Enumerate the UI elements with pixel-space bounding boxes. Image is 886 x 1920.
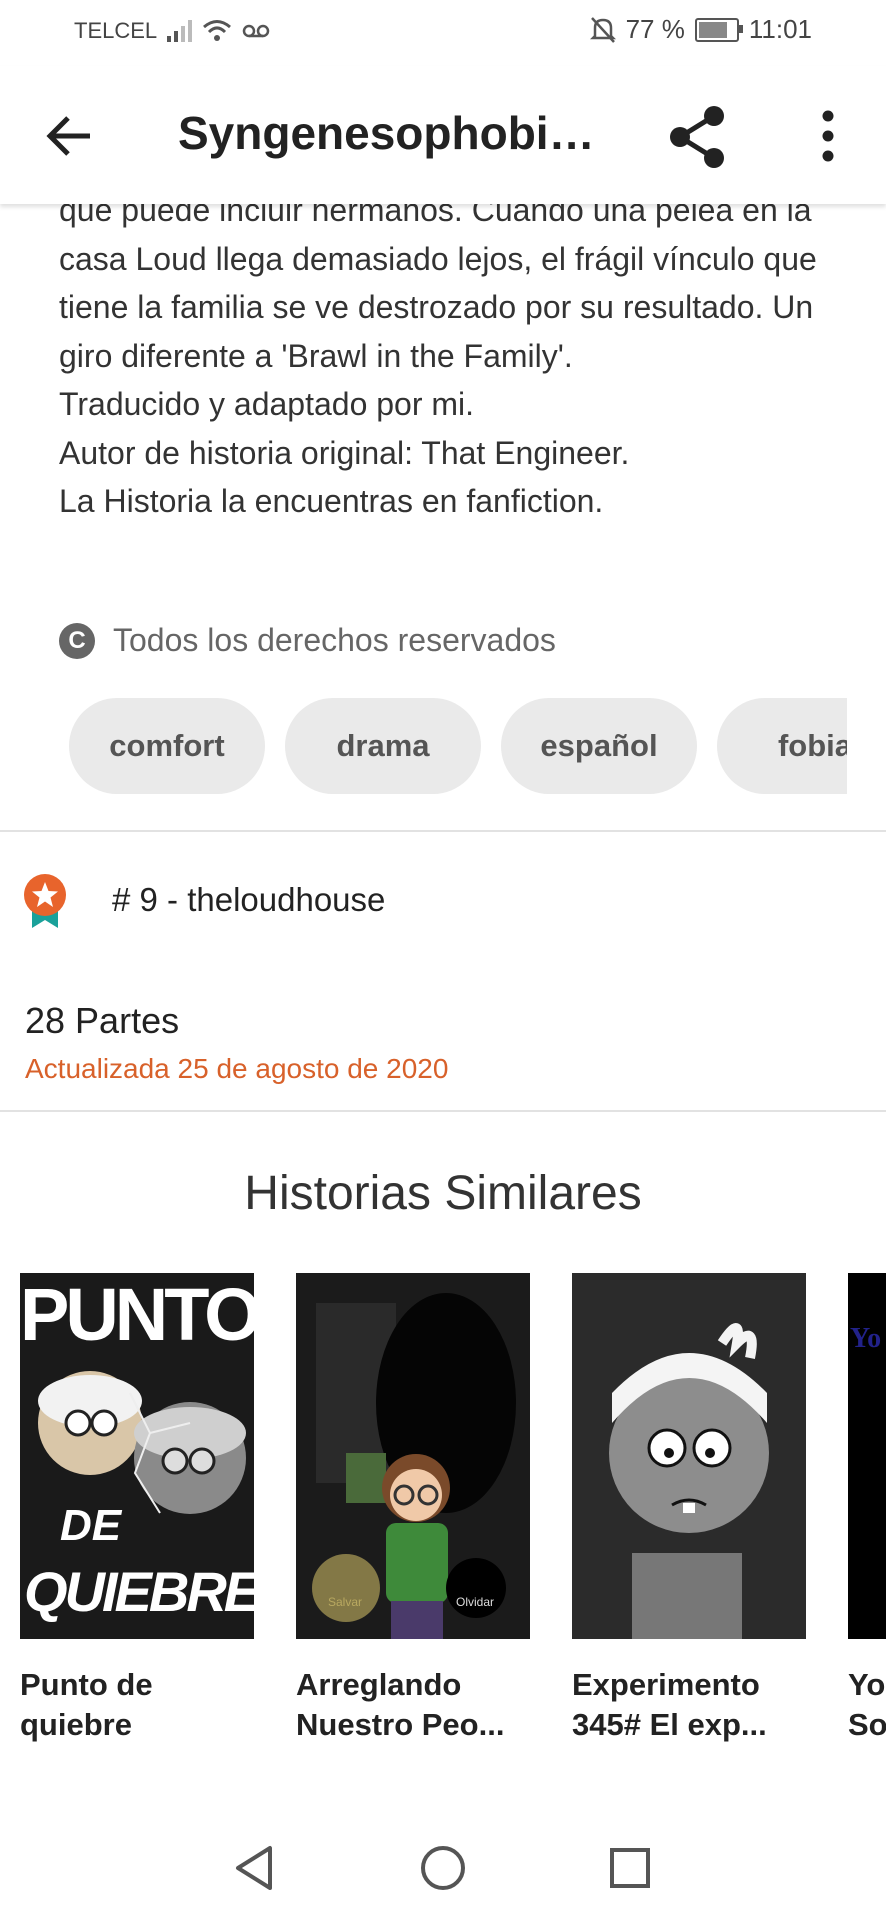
story-card[interactable]: PUNTO DE QUIEBRE Punto de quiebre <box>20 1273 254 1745</box>
battery-percent: 77 % <box>625 14 685 44</box>
cover-illustration <box>296 1273 530 1639</box>
story-card-title: Yo So <box>848 1667 886 1742</box>
story-card[interactable]: Salvar Olvidar Arreglando Nuestro Peo... <box>296 1273 530 1745</box>
nav-recents-icon[interactable] <box>608 1846 652 1890</box>
story-cover: PUNTO DE QUIEBRE <box>20 1273 254 1639</box>
clock: 11:01 <box>748 14 812 44</box>
tag-chip[interactable]: fobia <box>717 698 847 794</box>
story-cover <box>572 1273 806 1639</box>
wifi-icon <box>203 20 232 41</box>
parts-count: 28 Partes <box>25 1000 180 1041</box>
nav-back-icon[interactable] <box>232 1844 276 1892</box>
cover-label: Olvidar <box>456 1595 495 1609</box>
cover-subtitle-text: DE <box>60 1501 122 1550</box>
copyright-text: Todos los derechos reservados <box>113 622 556 658</box>
status-bar: TELCEL 77 % 11:01 <box>0 0 886 66</box>
nav-home-icon[interactable] <box>419 1844 467 1892</box>
arrow-left-icon <box>46 116 90 156</box>
tag-chip[interactable]: español <box>501 698 697 794</box>
story-card-title: Arreglando Nuestro Peo... <box>296 1667 505 1742</box>
description-line: La Historia la encuentras en fanfiction. <box>59 483 604 519</box>
copyright-notice: C Todos los derechos reservados <box>59 622 556 659</box>
battery-icon <box>694 17 743 42</box>
system-nav-bar <box>0 1816 886 1920</box>
story-cover: Yo <box>848 1273 886 1639</box>
copyright-icon: C <box>59 622 95 659</box>
story-card[interactable]: Yo Yo So <box>848 1273 886 1745</box>
story-card-title: Experimento 345# El exp... <box>572 1667 767 1742</box>
back-button[interactable] <box>40 106 100 166</box>
tag-chip[interactable]: drama <box>285 698 481 794</box>
signal-icon <box>167 20 193 42</box>
cover-subtitle-text: QUIEBRE <box>24 1560 254 1623</box>
cover-illustration <box>572 1273 806 1639</box>
story-cover: Salvar Olvidar <box>296 1273 530 1639</box>
updated-date: Actualizada 25 de agosto de 2020 <box>25 1053 449 1084</box>
description-line: Traducido y adaptado por mi. <box>59 386 475 422</box>
story-description: que puede incluir hermanos. Cuando una p… <box>59 186 839 526</box>
story-card-title: Punto de quiebre <box>20 1667 153 1742</box>
tag-list: comfort drama español fobia <box>69 698 847 796</box>
mute-icon <box>589 16 616 43</box>
ranking-row[interactable]: # 9 - theloudhouse <box>22 872 385 928</box>
divider <box>0 1110 886 1112</box>
ranking-badge-icon <box>24 874 66 928</box>
cover-title-text: Yo <box>850 1323 882 1354</box>
story-card[interactable]: Experimento 345# El exp... <box>572 1273 806 1745</box>
voicemail-icon <box>242 24 270 38</box>
more-vert-icon <box>822 110 834 162</box>
description-line: Autor de historia original: That Enginee… <box>59 434 630 471</box>
ranking-label: # 9 - theloudhouse <box>112 881 386 918</box>
description-paragraph: que puede incluir hermanos. Cuando una p… <box>59 192 817 374</box>
carrier-name: TELCEL <box>74 18 158 43</box>
tag-chip[interactable]: comfort <box>69 698 265 794</box>
share-icon <box>670 106 724 168</box>
share-button[interactable] <box>662 102 732 172</box>
story-title: Syngenesophobia... <box>178 107 608 159</box>
cover-label: Salvar <box>328 1595 363 1609</box>
divider <box>0 830 886 832</box>
similar-stories-heading: Historias Similares <box>244 1167 642 1220</box>
top-app-bar: Syngenesophobia... <box>0 66 886 204</box>
more-options-button[interactable] <box>800 106 856 166</box>
